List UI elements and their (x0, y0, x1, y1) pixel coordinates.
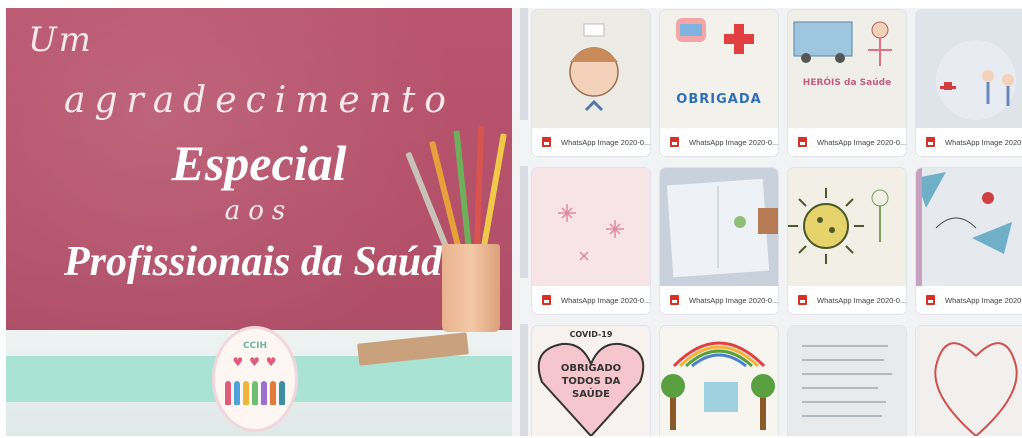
logo-text: CCIH (242, 341, 268, 351)
drawing-thumbnail: HERÓIS da Saúde (788, 10, 906, 128)
drawing-thumbnail: OBRIGADA (660, 10, 778, 128)
partial-tile-edge (520, 324, 528, 436)
file-tile[interactable]: WhatsApp Image 2020-0... (660, 168, 778, 314)
file-name: WhatsApp Image 2020-0... (817, 295, 906, 305)
image-file-icon (670, 295, 679, 305)
file-name: WhatsApp Image 2020-0... (945, 137, 1022, 147)
banner-line-um: Um (28, 20, 93, 60)
file-tile[interactable]: WhatsApp Image 2020-0... (916, 168, 1022, 314)
file-tile[interactable]: WhatsApp Image 2020-0... (532, 10, 650, 156)
drawing-text: OBRIGADA (676, 92, 762, 107)
file-name: WhatsApp Image 2020-0... (817, 137, 906, 147)
file-tile[interactable]: COVID-19 OBRIGADO TODOS DA SAÚDE (532, 326, 650, 436)
drawing-thumbnail: COVID-19 OBRIGADO TODOS DA SAÚDE (532, 326, 650, 436)
drawing-thumbnail (660, 168, 778, 286)
drawing-thumbnail (916, 326, 1022, 436)
file-tile[interactable]: WhatsApp Image 2020-0... (788, 168, 906, 314)
ccih-logo: CCIH ♥ ♥ ♥ (212, 326, 298, 432)
file-tile[interactable] (660, 326, 778, 436)
file-tile[interactable] (788, 326, 906, 436)
screenshot-frame: Um agradecimento Especial aos Profission… (0, 0, 1022, 438)
drawing-thumbnail (532, 10, 650, 128)
file-name: WhatsApp Image 2020-0... (561, 137, 650, 147)
partial-tile-edge (520, 8, 528, 120)
file-tile[interactable]: OBRIGADA WhatsApp Image 2020-0... (660, 10, 778, 156)
file-name: WhatsApp Image 2020-0... (689, 137, 778, 147)
drawing-text: COVID-19 (569, 330, 613, 339)
image-file-icon (798, 295, 807, 305)
file-name: WhatsApp Image 2020-0... (689, 295, 778, 305)
thank-you-banner: Um agradecimento Especial aos Profission… (6, 8, 512, 436)
hearts-icon: ♥ ♥ ♥ (232, 355, 278, 369)
banner-line-agradecimento: agradecimento (64, 80, 455, 121)
image-file-icon (542, 295, 551, 305)
file-name: WhatsApp Image 2020-0... (561, 295, 650, 305)
drawing-thumbnail (788, 168, 906, 286)
drawing-text: HERÓIS da Saúde (802, 78, 892, 88)
image-file-icon (926, 295, 935, 305)
people-icon (225, 381, 285, 407)
file-name: WhatsApp Image 2020-0... (945, 295, 1022, 305)
image-file-icon (542, 137, 551, 147)
file-tile[interactable]: WhatsApp Image 2020-0... (532, 168, 650, 314)
image-file-icon (926, 137, 935, 147)
pencil-pot-illustration (442, 244, 500, 332)
drawing-thumbnail (916, 10, 1022, 128)
banner-line-profissionais: Profissionais da Saúde (64, 239, 461, 285)
image-file-icon (798, 137, 807, 147)
drawing-thumbnail (660, 326, 778, 436)
drawing-thumbnail (788, 326, 906, 436)
drawing-thumbnail (916, 168, 1022, 286)
drawing-thumbnail (532, 168, 650, 286)
file-tile[interactable]: HERÓIS da Saúde WhatsApp Image 2020-0... (788, 10, 906, 156)
partial-tile-edge (520, 166, 528, 278)
panel-divider (512, 8, 520, 436)
file-tile[interactable] (916, 326, 1022, 436)
file-tile[interactable]: WhatsApp Image 2020-0... (916, 10, 1022, 156)
file-grid: WhatsApp Image 2020-0... OBRIGADA WhatsA… (520, 8, 1022, 436)
drawing-text: OBRIGADO TODOS DA SAÚDE (560, 363, 622, 400)
image-file-icon (670, 137, 679, 147)
